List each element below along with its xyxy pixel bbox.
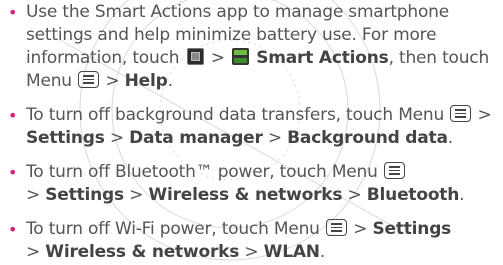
menu-path-bluetooth: Bluetooth [366, 185, 460, 205]
separator: > [477, 105, 492, 125]
menu-key-icon [325, 219, 347, 236]
list-item-smart-actions: • Use the Smart Actions app to manage sma… [8, 1, 503, 93]
separator: > [26, 185, 41, 205]
menu-path-settings: Settings [26, 128, 105, 148]
menu-key-icon [383, 162, 405, 179]
menu-path-wireless-networks: Wireless & networks [45, 242, 240, 262]
item-end: . [447, 128, 453, 148]
bullet-icon: • [8, 163, 18, 182]
item-end: . [459, 185, 465, 205]
list-item-bluetooth: • To turn off Bluetooth™ power, touch Men… [8, 161, 503, 207]
smart-actions-app-icon [232, 48, 249, 65]
separator: > [109, 128, 124, 148]
menu-path-wireless-networks: Wireless & networks [148, 185, 343, 205]
menu-path-help: Help [124, 71, 168, 91]
separator: > [347, 185, 362, 205]
separator: > [210, 48, 225, 68]
item-end: . [167, 71, 173, 91]
item-text: To turn off background data transfers, t… [26, 105, 445, 125]
menu-path-wlan: WLAN [263, 242, 320, 262]
menu-key-icon [450, 105, 472, 122]
bullet-icon: • [8, 106, 18, 125]
list-item-wifi: • To turn off Wi-Fi power, touch Menu > S… [8, 218, 503, 264]
separator: > [353, 219, 368, 239]
battery-tips-list: • Use the Smart Actions app to manage sma… [8, 0, 503, 264]
bullet-icon: • [8, 220, 18, 239]
menu-key-icon [78, 71, 100, 88]
menu-path-settings: Settings [372, 219, 452, 239]
apps-launcher-icon [186, 48, 204, 65]
separator: > [105, 71, 120, 91]
separator: > [26, 242, 41, 262]
menu-path-settings: Settings [45, 185, 124, 205]
menu-path-background-data: Background data [287, 128, 448, 148]
list-item-background-data: • To turn off background data transfers, … [8, 104, 503, 150]
separator: > [129, 185, 144, 205]
item-text: To turn off Bluetooth™ power, touch Menu [26, 162, 378, 182]
separator: > [267, 128, 282, 148]
item-text: To turn off Wi-Fi power, touch Menu [26, 219, 320, 239]
menu-path-data-manager: Data manager [129, 128, 263, 148]
item-end: . [319, 242, 326, 262]
separator: > [244, 242, 259, 262]
bullet-icon: • [8, 3, 18, 22]
menu-path-smart-actions: Smart Actions [256, 48, 389, 68]
